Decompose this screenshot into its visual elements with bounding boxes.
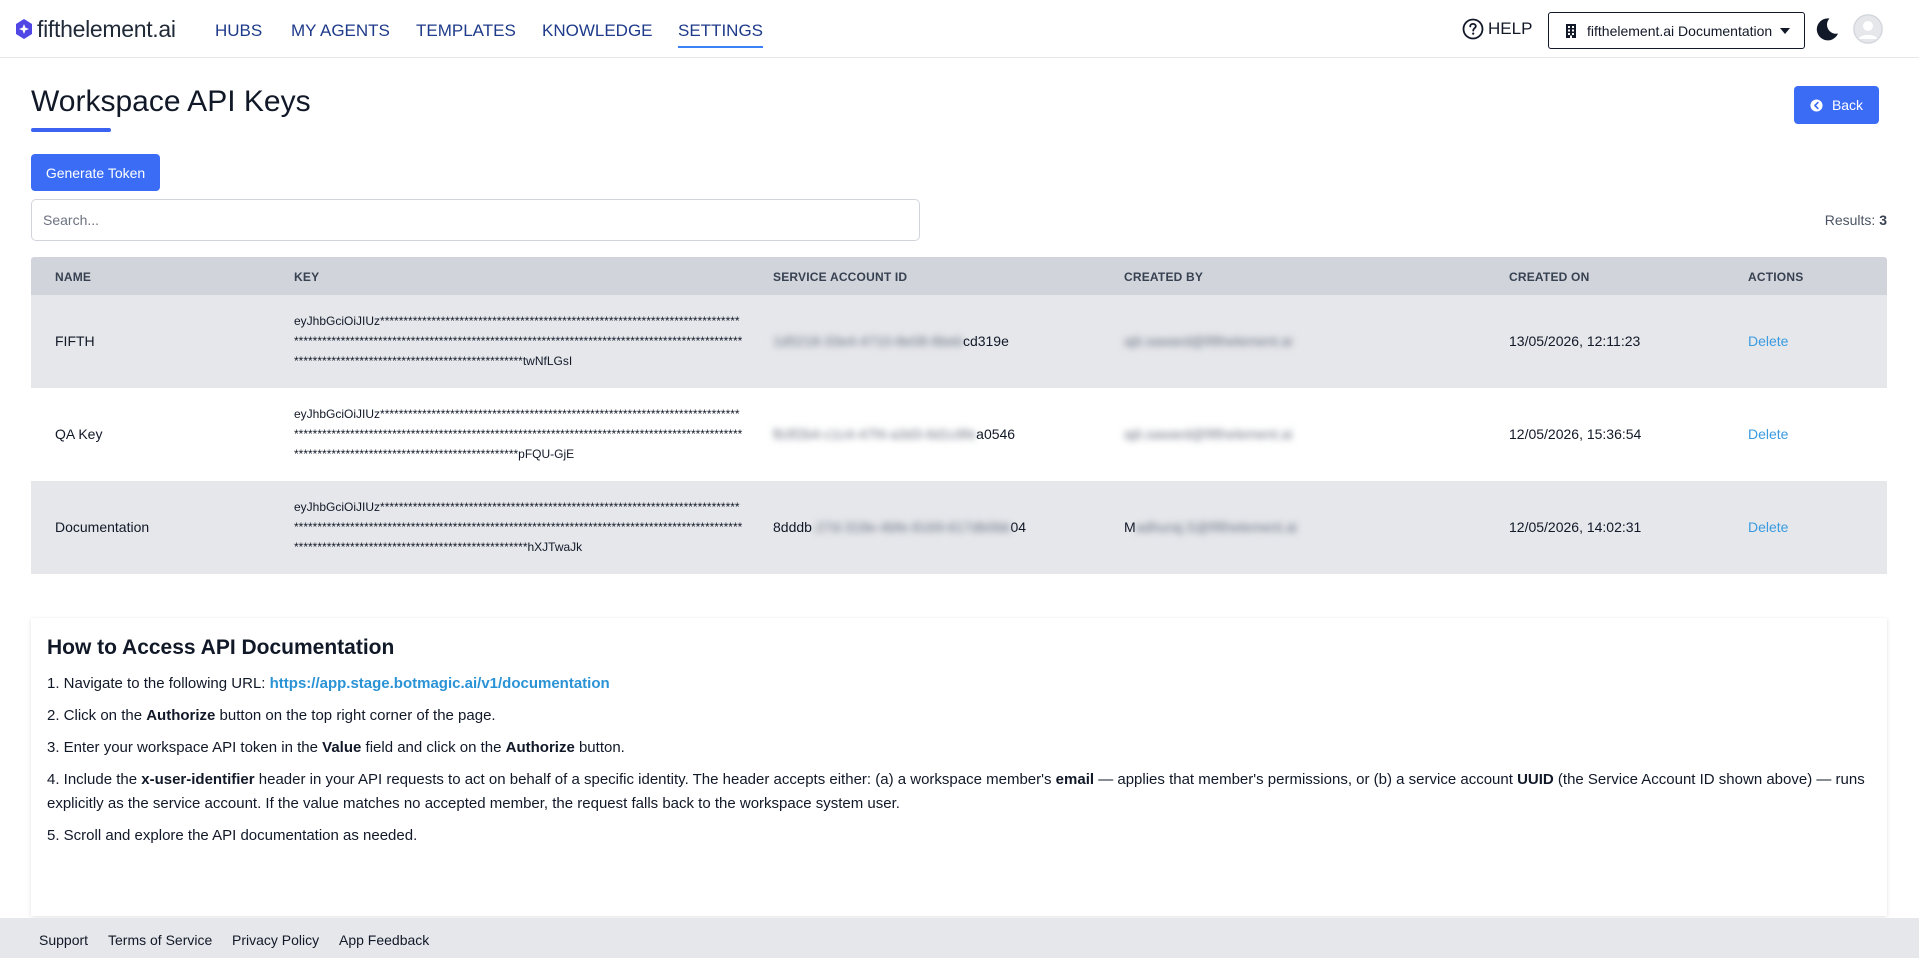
docs-step-3: 3. Enter your workspace API token in the… — [47, 736, 1871, 760]
redacted-text: fb3f2b4-c1c4-47f4-a3d3-6d1c8fe — [773, 426, 977, 442]
help-label: HELP — [1488, 19, 1533, 38]
results-number: 3 — [1879, 212, 1887, 228]
back-button[interactable]: Back — [1794, 86, 1879, 124]
nav-knowledge[interactable]: KNOWLEDGE — [542, 21, 653, 41]
main-content: Workspace API Keys Back Generate Token R… — [0, 58, 1919, 918]
row-key: eyJhbGciOiJIUz**************************… — [294, 500, 743, 554]
page-title: Workspace API Keys — [31, 85, 311, 118]
step-emphasis: Value — [322, 739, 362, 756]
results-label: Results: — [1824, 212, 1876, 228]
row-key: eyJhbGciOiJIUz**************************… — [294, 407, 743, 461]
row-created-by: Madhuraj.S@fifthelement.ai — [1124, 519, 1297, 535]
docs-step-2: 2. Click on the Authorize button on the … — [47, 704, 1871, 728]
title-underline — [31, 128, 111, 132]
step-text: field and click on the — [361, 739, 506, 756]
table-header: NAME KEY SERVICE ACCOUNT ID CREATED BY C… — [31, 257, 1887, 295]
logo-icon — [16, 19, 32, 39]
redacted-text: ajit.saward@fifthelement.ai — [1124, 333, 1293, 349]
search-input[interactable] — [31, 199, 920, 241]
back-label: Back — [1831, 97, 1864, 113]
redacted-text: -27d-318e-4bfe-8169-617db0bb — [811, 519, 1011, 535]
workspace-label: fifthelement.ai Documentation — [1587, 22, 1773, 39]
brand-name: fifthelement.ai — [37, 16, 176, 42]
redacted-text: 1d5218-33e4-4710-8e08-8beb — [773, 333, 963, 349]
question-circle-icon — [1462, 18, 1484, 40]
brand-logo[interactable]: fifthelement.ai — [14, 17, 176, 41]
row-created-on: 13/05/2026, 12:11:23 — [1509, 333, 1641, 349]
step-text: button on the top right corner of the pa… — [215, 707, 496, 724]
row-name: QA Key — [55, 426, 103, 442]
footer-support-link[interactable]: Support — [39, 932, 88, 948]
row-created-on: 12/05/2026, 15:36:54 — [1509, 426, 1642, 442]
nav-hubs[interactable]: HUBS — [215, 21, 262, 41]
redacted-text: adhuraj.S@fifthelement.ai — [1135, 519, 1297, 535]
header-service-account-id: SERVICE ACCOUNT ID — [773, 270, 908, 284]
api-docs-panel: How to Access API Documentation 1. Navig… — [31, 618, 1887, 916]
table-row: QA Key eyJhbGciOiJIUz*******************… — [31, 388, 1887, 481]
docs-step-1: 1. Navigate to the following URL: https:… — [47, 672, 1871, 696]
step-text: 1. Navigate to the following URL: — [47, 675, 270, 692]
docs-step-5: 5. Scroll and explore the API documentat… — [47, 827, 418, 844]
delete-link[interactable]: Delete — [1748, 426, 1788, 442]
table-row: Documentation eyJhbGciOiJIUz************… — [31, 481, 1887, 574]
row-created-by: ajit.saward@fifthelement.ai — [1124, 333, 1292, 349]
row-service-account-id: fb3f2b4-c1c4-47f4-a3d3-6d1c8fea0546 — [773, 426, 1015, 442]
header-name: NAME — [55, 270, 92, 284]
top-navigation-bar: fifthelement.ai HUBS MY AGENTS TEMPLATES… — [0, 0, 1919, 58]
table-row: FIFTH eyJhbGciOiJIUz********************… — [31, 295, 1887, 388]
footer-privacy-link[interactable]: Privacy Policy — [232, 932, 319, 948]
row-created-on: 12/05/2026, 14:02:31 — [1509, 519, 1642, 535]
header-actions: ACTIONS — [1748, 270, 1804, 284]
row-created-by: ajit.saward@fifthelement.ai — [1124, 426, 1292, 442]
workspace-select[interactable]: fifthelement.ai Documentation — [1548, 12, 1805, 49]
service-id-visible: a0546 — [976, 426, 1016, 442]
step-text: 2. Click on the — [47, 707, 147, 724]
footer-terms-link[interactable]: Terms of Service — [108, 932, 212, 948]
step-emphasis: UUID — [1517, 771, 1554, 788]
building-icon — [1566, 23, 1576, 38]
footer-feedback-link[interactable]: App Feedback — [339, 932, 429, 948]
service-id-visible: cd319e — [962, 333, 1009, 349]
service-id-visible-end: 04 — [1010, 519, 1027, 535]
nav-templates[interactable]: TEMPLATES — [416, 21, 516, 41]
chevron-down-icon — [1780, 27, 1791, 34]
delete-link[interactable]: Delete — [1748, 333, 1788, 349]
header-created-on: CREATED ON — [1509, 270, 1590, 284]
row-service-account-id: 8dddb-27d-318e-4bfe-8169-617db0bb04 — [773, 519, 1026, 535]
nav-settings[interactable]: SETTINGS — [678, 21, 764, 48]
row-name: FIFTH — [55, 333, 95, 349]
row-key: eyJhbGciOiJIUz**************************… — [294, 314, 743, 368]
help-button[interactable]: HELP — [1462, 18, 1532, 40]
service-id-visible-start: 8dddb — [773, 519, 812, 535]
redacted-text: ajit.saward@fifthelement.ai — [1124, 426, 1293, 442]
docs-url-link[interactable]: https://app.stage.botmagic.ai/v1/documen… — [270, 675, 610, 692]
user-avatar-icon — [1853, 14, 1883, 44]
avatar[interactable] — [1853, 14, 1883, 44]
step-text: 4. Include the — [47, 771, 142, 788]
results-count: Results: 3 — [1825, 212, 1887, 228]
header-created-by: CREATED BY — [1124, 270, 1204, 284]
row-service-account-id: 1d5218-33e4-4710-8e08-8bebcd319e — [773, 333, 1009, 349]
step-emphasis: Authorize — [505, 739, 575, 756]
generate-token-button[interactable]: Generate Token — [31, 154, 160, 191]
footer: Support Terms of Service Privacy Policy … — [0, 918, 1919, 958]
moon-icon[interactable] — [1814, 16, 1840, 42]
delete-link[interactable]: Delete — [1748, 519, 1788, 535]
step-emphasis: x-user-identifier — [141, 771, 255, 788]
api-keys-table: NAME KEY SERVICE ACCOUNT ID CREATED BY C… — [31, 257, 1887, 574]
step-emphasis: Authorize — [146, 707, 216, 724]
step-text: — applies that member's permissions, or … — [1094, 771, 1518, 788]
step-text: header in your API requests to act on be… — [254, 771, 1056, 788]
step-text: 3. Enter your workspace API token in the — [47, 739, 323, 756]
step-text: button. — [574, 739, 625, 756]
created-by-visible: M — [1124, 519, 1136, 535]
arrow-left-circle-icon — [1810, 98, 1823, 112]
header-key: KEY — [294, 270, 320, 284]
nav-my-agents[interactable]: MY AGENTS — [291, 21, 390, 41]
step-emphasis: email — [1055, 771, 1095, 788]
row-name: Documentation — [55, 519, 150, 535]
docs-title: How to Access API Documentation — [47, 636, 395, 659]
docs-step-4: 4. Include the x-user-identifier header … — [47, 768, 1871, 816]
